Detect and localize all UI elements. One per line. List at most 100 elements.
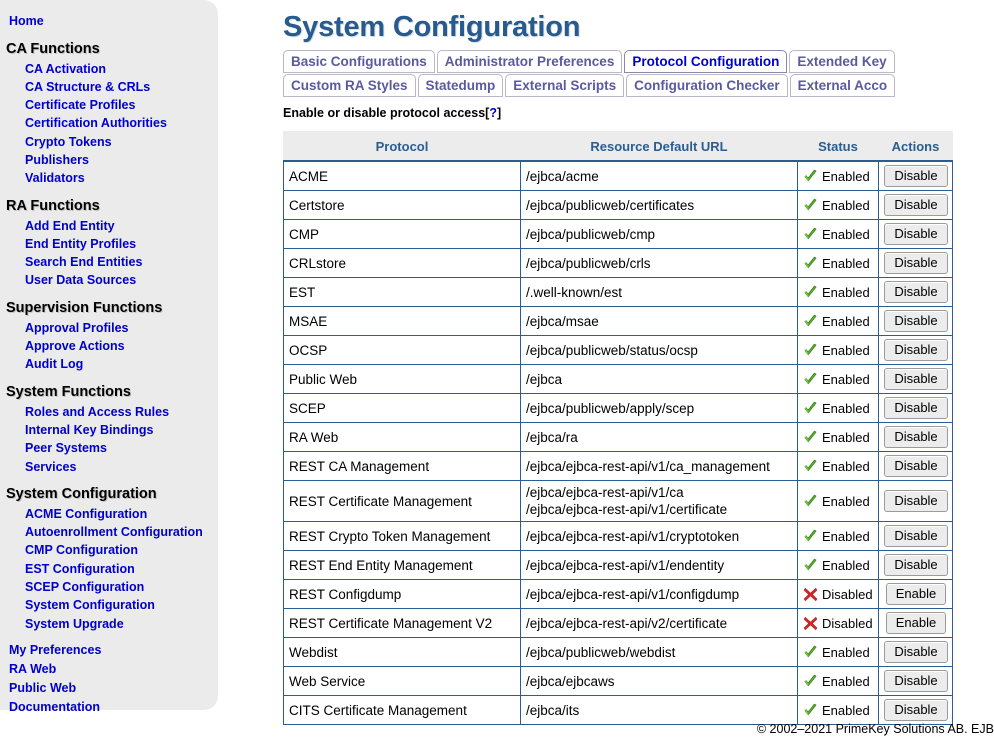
sidebar-item-acme-configuration[interactable]: ACME Configuration	[0, 505, 218, 523]
column-header-resource-url: Resource Default URL	[521, 132, 798, 162]
table-row: Webdist/ejbca/publicweb/webdistEnabledDi…	[284, 638, 953, 667]
status-check-icon	[803, 674, 818, 689]
table-row: SCEP/ejbca/publicweb/apply/scepEnabledDi…	[284, 394, 953, 423]
cell-actions: Disable	[879, 638, 953, 667]
sidebar-link-my-preferences[interactable]: My Preferences	[0, 641, 218, 660]
cell-resource-url: /ejbca/publicweb/cmp	[521, 220, 798, 249]
status-label: Enabled	[822, 430, 870, 445]
tab-configuration-checker[interactable]: Configuration Checker	[626, 74, 788, 97]
sidebar-group-title-system-functions: System Functions	[0, 374, 218, 403]
sidebar-link-ra-web[interactable]: RA Web	[0, 660, 218, 679]
sidebar-item-est-configuration[interactable]: EST Configuration	[0, 560, 218, 578]
sidebar-item-autoenrollment-configuration[interactable]: Autoenrollment Configuration	[0, 524, 218, 542]
disable-button[interactable]: Disable	[884, 699, 947, 721]
sidebar-item-approve-actions[interactable]: Approve Actions	[0, 338, 218, 356]
sidebar-link-home[interactable]: Home	[0, 12, 218, 31]
cell-protocol: RA Web	[284, 423, 521, 452]
cell-protocol: REST CA Management	[284, 452, 521, 481]
tab-statedump[interactable]: Statedump	[418, 74, 504, 97]
disable-button[interactable]: Disable	[884, 525, 947, 547]
sidebar-item-scep-configuration[interactable]: SCEP Configuration	[0, 579, 218, 597]
cell-actions: Disable	[879, 696, 953, 725]
tab-extended-key[interactable]: Extended Key	[789, 50, 894, 73]
sidebar-item-services[interactable]: Services	[0, 458, 218, 476]
sidebar-item-certification-authorities[interactable]: Certification Authorities	[0, 115, 218, 133]
cell-actions: Enable	[879, 609, 953, 638]
disable-button[interactable]: Disable	[884, 194, 947, 216]
cell-protocol: CRLstore	[284, 249, 521, 278]
status-check-icon	[803, 703, 818, 718]
sidebar-groups: CA FunctionsCA ActivationCA Structure & …	[0, 31, 218, 633]
tab-protocol-configuration[interactable]: Protocol Configuration	[624, 50, 787, 73]
cell-actions: Disable	[879, 365, 953, 394]
cell-status: Enabled	[798, 452, 879, 481]
disable-button[interactable]: Disable	[884, 397, 947, 419]
sidebar-item-cmp-configuration[interactable]: CMP Configuration	[0, 542, 218, 560]
column-header-status: Status	[798, 132, 879, 162]
table-row: REST Certificate Management/ejbca/ejbca-…	[284, 481, 953, 522]
disable-button[interactable]: Disable	[884, 310, 947, 332]
status-label: Enabled	[822, 314, 870, 329]
disable-button[interactable]: Disable	[884, 165, 947, 187]
status-check-icon	[803, 459, 818, 474]
cell-actions: Disable	[879, 161, 953, 191]
sidebar-item-ca-structure-crls[interactable]: CA Structure & CRLs	[0, 78, 218, 96]
sidebar-item-add-end-entity[interactable]: Add End Entity	[0, 217, 218, 235]
table-header-row: Protocol Resource Default URL Status Act…	[284, 132, 953, 162]
status-label: Enabled	[822, 459, 870, 474]
tab-custom-ra-styles[interactable]: Custom RA Styles	[283, 74, 416, 97]
cell-resource-url: /ejbca/publicweb/apply/scep	[521, 394, 798, 423]
sidebar-item-system-upgrade[interactable]: System Upgrade	[0, 615, 218, 633]
status-check-icon	[803, 529, 818, 544]
cell-status: Enabled	[798, 191, 879, 220]
tab-external-scripts[interactable]: External Scripts	[505, 74, 624, 97]
sidebar-item-end-entity-profiles[interactable]: End Entity Profiles	[0, 235, 218, 253]
disable-button[interactable]: Disable	[884, 426, 947, 448]
tab-administrator-preferences[interactable]: Administrator Preferences	[437, 50, 623, 73]
help-link[interactable]: ?	[489, 106, 497, 120]
disable-button[interactable]: Disable	[884, 554, 947, 576]
sidebar-item-approval-profiles[interactable]: Approval Profiles	[0, 319, 218, 337]
enable-button[interactable]: Enable	[886, 583, 946, 605]
cell-resource-url: /ejbca/ejbca-rest-api/v1/ca/ejbca/ejbca-…	[521, 481, 798, 522]
disable-button[interactable]: Disable	[884, 368, 947, 390]
sidebar-item-publishers[interactable]: Publishers	[0, 151, 218, 169]
cell-actions: Disable	[879, 551, 953, 580]
disable-button[interactable]: Disable	[884, 339, 947, 361]
cell-resource-url: /ejbca/acme	[521, 161, 798, 191]
disable-button[interactable]: Disable	[884, 223, 947, 245]
status-label: Enabled	[822, 529, 870, 544]
cell-resource-url: /ejbca/publicweb/certificates	[521, 191, 798, 220]
sidebar-link-documentation[interactable]: Documentation	[0, 698, 218, 717]
cell-resource-url: /ejbca/ra	[521, 423, 798, 452]
enable-button[interactable]: Enable	[886, 612, 946, 634]
sidebar-item-user-data-sources[interactable]: User Data Sources	[0, 272, 218, 290]
tab-external-acco[interactable]: External Acco	[790, 74, 896, 97]
status-check-icon	[803, 227, 818, 242]
tab-basic-configurations[interactable]: Basic Configurations	[283, 50, 435, 73]
disable-button[interactable]: Disable	[884, 455, 947, 477]
sidebar-item-crypto-tokens[interactable]: Crypto Tokens	[0, 133, 218, 151]
sidebar-item-peer-systems[interactable]: Peer Systems	[0, 440, 218, 458]
disable-button[interactable]: Disable	[884, 490, 947, 512]
disable-button[interactable]: Disable	[884, 641, 947, 663]
sidebar-item-audit-log[interactable]: Audit Log	[0, 356, 218, 374]
status-label: Disabled	[822, 587, 873, 602]
disable-button[interactable]: Disable	[884, 670, 947, 692]
sidebar-item-ca-activation[interactable]: CA Activation	[0, 60, 218, 78]
sidebar-item-roles-and-access-rules[interactable]: Roles and Access Rules	[0, 403, 218, 421]
cell-status: Enabled	[798, 220, 879, 249]
disable-button[interactable]: Disable	[884, 252, 947, 274]
sidebar-item-internal-key-bindings[interactable]: Internal Key Bindings	[0, 421, 218, 439]
status-check-icon	[803, 645, 818, 660]
cell-status: Enabled	[798, 522, 879, 551]
sidebar-item-search-end-entities[interactable]: Search End Entities	[0, 254, 218, 272]
status-label: Enabled	[822, 703, 870, 718]
sidebar-item-certificate-profiles[interactable]: Certificate Profiles	[0, 97, 218, 115]
sidebar-item-validators[interactable]: Validators	[0, 170, 218, 188]
sidebar-item-system-configuration[interactable]: System Configuration	[0, 597, 218, 615]
disable-button[interactable]: Disable	[884, 281, 947, 303]
sidebar-link-public-web[interactable]: Public Web	[0, 679, 218, 698]
status-check-icon	[803, 430, 818, 445]
table-row: Public Web/ejbcaEnabledDisable	[284, 365, 953, 394]
